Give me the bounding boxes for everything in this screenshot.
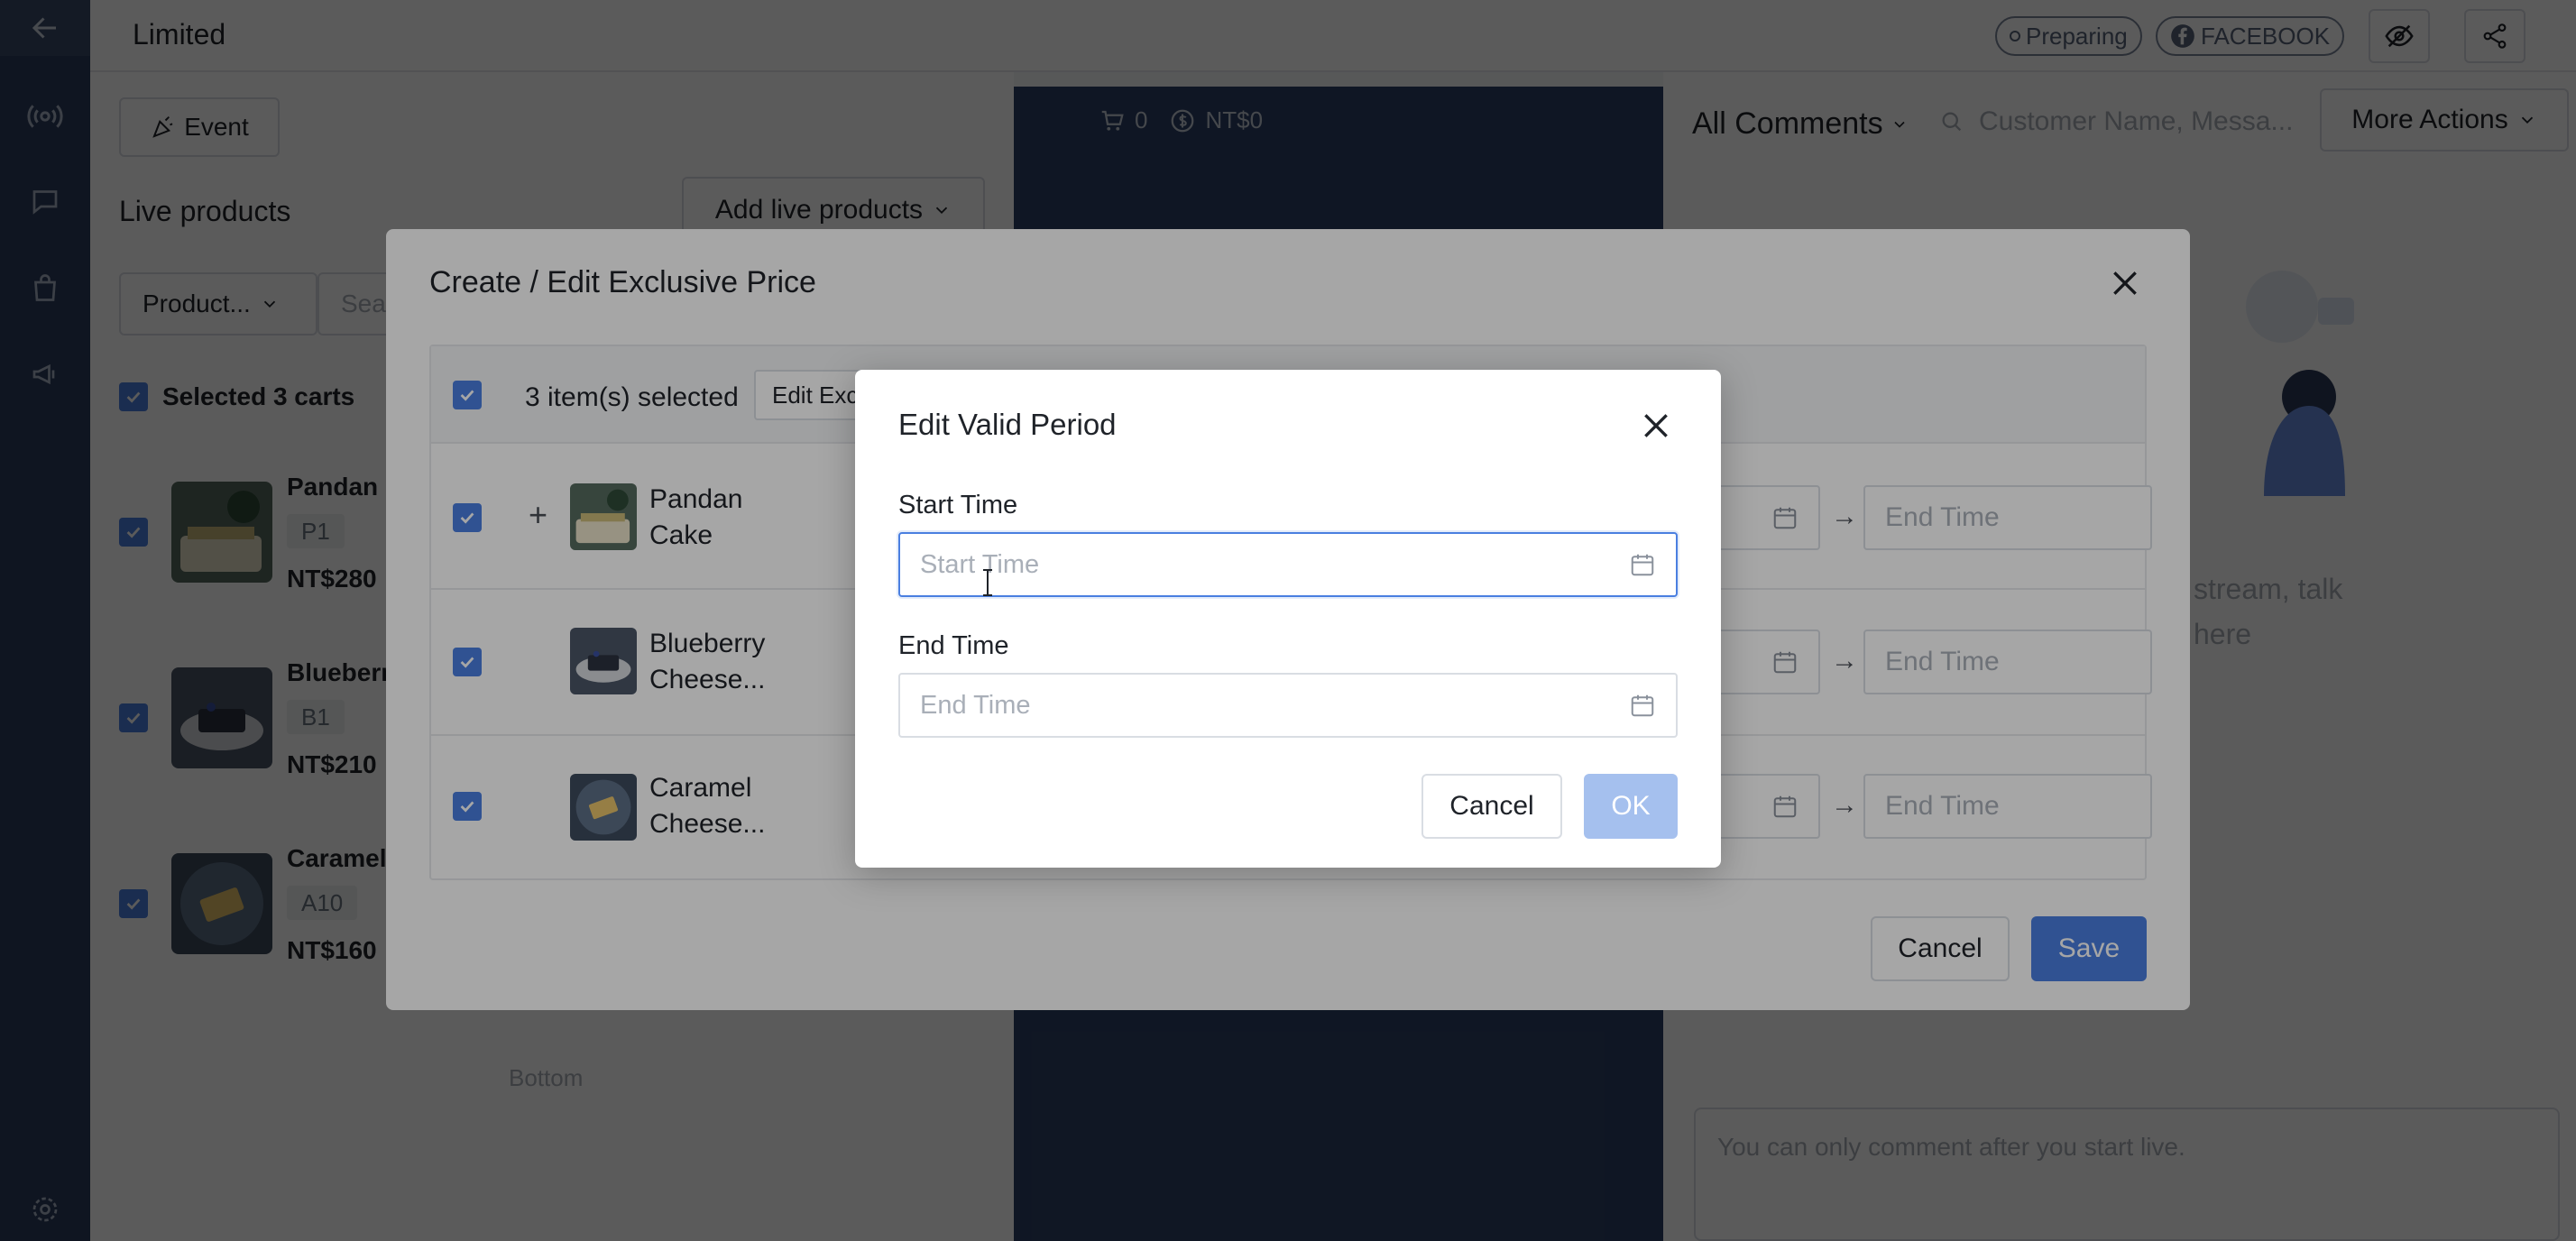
end-time-input[interactable] — [920, 690, 1605, 721]
end-time-field[interactable] — [898, 673, 1678, 738]
text-cursor-icon — [981, 568, 994, 597]
calendar-icon — [1631, 694, 1654, 717]
close-icon — [1644, 414, 1668, 437]
start-time-input[interactable] — [920, 549, 1605, 580]
start-time-field[interactable] — [898, 532, 1678, 597]
close-button[interactable] — [1638, 408, 1674, 444]
ok-button[interactable]: OK — [1584, 774, 1678, 839]
end-time-label: End Time — [898, 631, 1009, 660]
calendar-icon — [1631, 554, 1654, 576]
start-time-label: Start Time — [898, 491, 1018, 519]
modal-title: Edit Valid Period — [898, 408, 1117, 441]
cancel-button[interactable]: Cancel — [1421, 774, 1562, 839]
